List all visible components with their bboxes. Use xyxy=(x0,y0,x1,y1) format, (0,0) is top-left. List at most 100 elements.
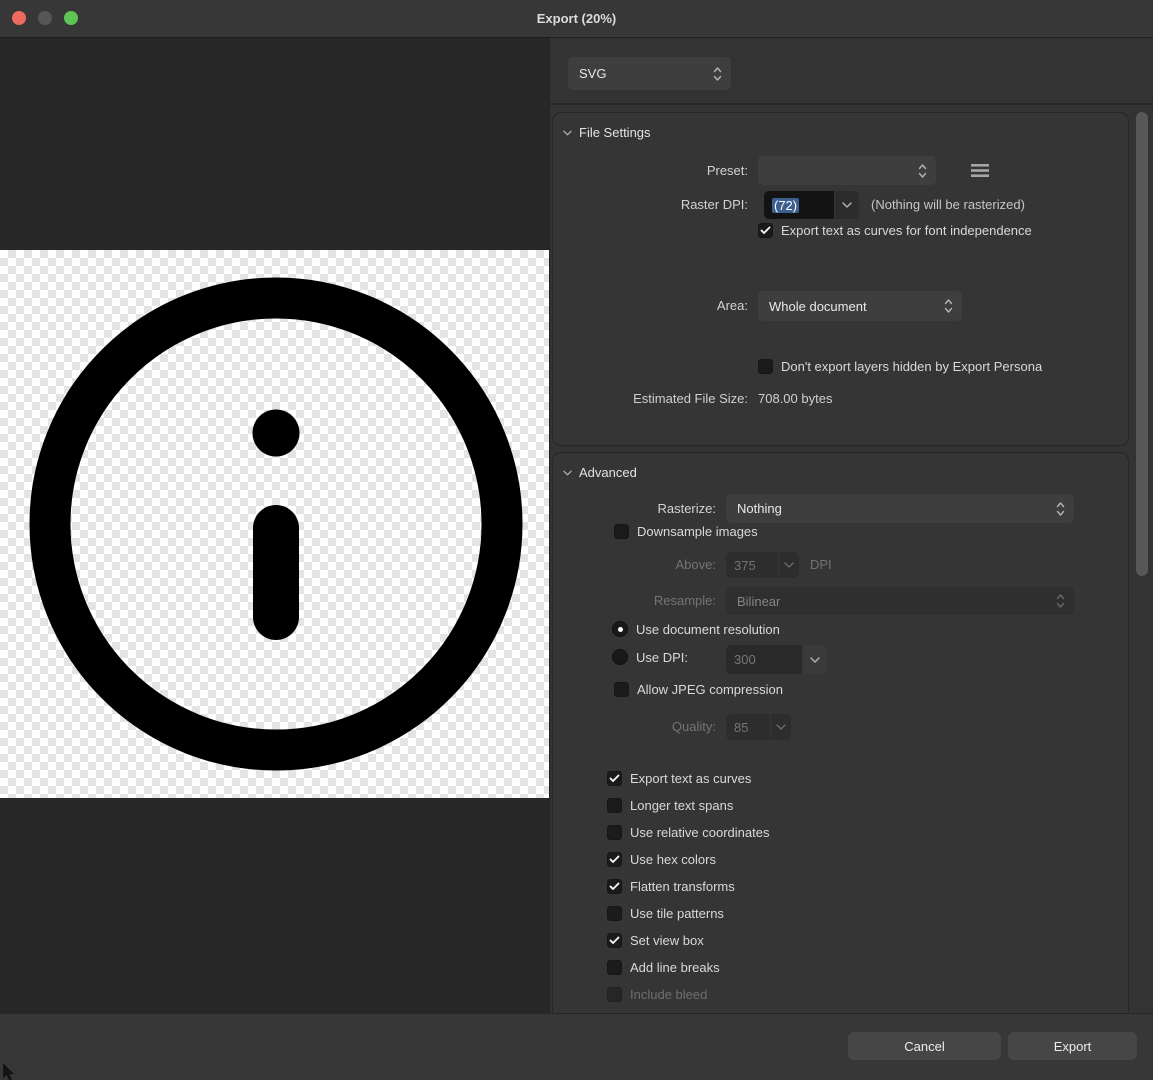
cancel-button[interactable]: Cancel xyxy=(848,1032,1001,1060)
checkbox-label: Use tile patterns xyxy=(630,906,724,921)
checkbox-label: Export text as curves for font independe… xyxy=(781,223,1032,238)
checkbox-box[interactable] xyxy=(607,906,622,921)
chevron-down-icon xyxy=(784,562,794,568)
checkmark-icon xyxy=(609,936,620,945)
chevron-down-icon xyxy=(563,470,572,476)
checkbox-box[interactable] xyxy=(607,879,622,894)
checkbox-downsample-images[interactable]: Downsample images xyxy=(614,524,758,539)
checkbox-box[interactable] xyxy=(607,798,622,813)
quality-dropdown-button xyxy=(771,714,791,740)
quality-combo: 85 xyxy=(726,714,791,740)
format-select[interactable]: SVG xyxy=(568,57,731,90)
chevron-down-icon xyxy=(563,130,572,136)
preset-select[interactable] xyxy=(758,156,936,185)
radio-label: Use document resolution xyxy=(636,622,780,637)
checkbox-box[interactable] xyxy=(614,682,629,697)
raster-dpi-combo[interactable]: (72) xyxy=(764,191,859,219)
quality-value: 85 xyxy=(734,720,748,735)
checkbox-dont-export-hidden-layers[interactable]: Don't export layers hidden by Export Per… xyxy=(758,359,1042,374)
checkbox-use-tile-patterns[interactable]: Use tile patterns xyxy=(607,906,724,921)
checkbox-add-line-breaks[interactable]: Add line breaks xyxy=(607,960,720,975)
chevron-down-icon xyxy=(810,657,820,663)
mouse-cursor xyxy=(3,1063,18,1080)
rasterize-label: Rasterize: xyxy=(553,501,716,516)
checkbox-use-relative-coordinates[interactable]: Use relative coordinates xyxy=(607,825,769,840)
checkbox-box[interactable] xyxy=(607,933,622,948)
above-dpi-combo: 375 xyxy=(726,552,799,578)
stepper-icon xyxy=(1056,593,1065,609)
checkbox-label: Add line breaks xyxy=(630,960,720,975)
rasterize-select[interactable]: Nothing xyxy=(726,494,1074,523)
checkbox-label: Set view box xyxy=(630,933,704,948)
resample-label: Resample: xyxy=(553,593,716,608)
checkbox-label: Export text as curves xyxy=(630,771,751,786)
radio-button[interactable] xyxy=(612,621,628,637)
radio-use-dpi[interactable]: Use DPI: xyxy=(612,649,688,665)
checkbox-export-text-as-curves[interactable]: Export text as curves xyxy=(607,771,751,786)
checkbox-longer-text-spans[interactable]: Longer text spans xyxy=(607,798,733,813)
checkbox-box xyxy=(607,987,622,1002)
radio-use-document-resolution[interactable]: Use document resolution xyxy=(612,621,780,637)
raster-dpi-input[interactable]: (72) xyxy=(764,191,834,219)
format-select-value: SVG xyxy=(579,66,606,81)
raster-dpi-label: Raster DPI: xyxy=(553,197,748,212)
checkmark-icon xyxy=(760,226,771,235)
above-dpi-suffix: DPI xyxy=(810,557,832,572)
advanced-title: Advanced xyxy=(579,465,637,480)
dialog-footer: Cancel Export xyxy=(0,1013,1153,1080)
preset-menu-button[interactable] xyxy=(967,159,993,181)
checkbox-box[interactable] xyxy=(758,223,773,238)
checkbox-label: Flatten transforms xyxy=(630,879,735,894)
checkbox-box[interactable] xyxy=(758,359,773,374)
estimated-file-size-value: 708.00 bytes xyxy=(758,391,832,406)
transparency-checkerboard xyxy=(0,250,549,798)
area-select-value: Whole document xyxy=(769,299,867,314)
checkbox-set-view-box[interactable]: Set view box xyxy=(607,933,704,948)
checkbox-label: Allow JPEG compression xyxy=(637,682,783,697)
checkbox-export-text-curves-font[interactable]: Export text as curves for font independe… xyxy=(758,223,1032,238)
checkbox-box[interactable] xyxy=(607,771,622,786)
checkbox-label: Don't export layers hidden by Export Per… xyxy=(781,359,1042,374)
rasterize-select-value: Nothing xyxy=(737,501,782,516)
checkbox-flatten-transforms[interactable]: Flatten transforms xyxy=(607,879,735,894)
raster-dpi-dropdown-button[interactable] xyxy=(835,191,859,219)
checkbox-include-bleed: Include bleed xyxy=(607,987,707,1002)
window-titlebar: Export (20%) xyxy=(0,0,1153,38)
resample-select: Bilinear xyxy=(726,587,1074,615)
export-button[interactable]: Export xyxy=(1008,1032,1137,1060)
above-dpi-dropdown-button xyxy=(779,552,799,578)
window-title: Export (20%) xyxy=(0,11,1153,26)
checkbox-label: Include bleed xyxy=(630,987,707,1002)
above-label: Above: xyxy=(553,557,716,572)
quality-label: Quality: xyxy=(553,719,716,734)
checkbox-box[interactable] xyxy=(614,524,629,539)
above-dpi-value: 375 xyxy=(734,558,756,573)
resample-select-value: Bilinear xyxy=(737,594,780,609)
checkbox-use-hex-colors[interactable]: Use hex colors xyxy=(607,852,716,867)
file-settings-header[interactable]: File Settings xyxy=(563,125,651,140)
advanced-group: Advanced Rasterize: Nothing Downsample i… xyxy=(552,452,1129,1013)
panel-separator xyxy=(549,103,1153,105)
checkbox-label: Downsample images xyxy=(637,524,758,539)
raster-dpi-value: (72) xyxy=(772,198,799,213)
checkbox-box[interactable] xyxy=(607,852,622,867)
use-dpi-input[interactable]: 300 xyxy=(726,645,802,674)
radio-button[interactable] xyxy=(612,649,628,665)
panel-scrollbar-thumb[interactable] xyxy=(1136,112,1148,576)
checkbox-label: Use relative coordinates xyxy=(630,825,769,840)
advanced-header[interactable]: Advanced xyxy=(563,465,637,480)
checkbox-box[interactable] xyxy=(607,960,622,975)
checkbox-box[interactable] xyxy=(607,825,622,840)
checkmark-icon xyxy=(609,855,620,864)
use-dpi-combo[interactable]: 300 xyxy=(726,645,827,674)
raster-dpi-note: (Nothing will be rasterized) xyxy=(871,197,1025,212)
quality-input: 85 xyxy=(726,714,770,740)
stepper-icon xyxy=(944,298,953,314)
info-circle-icon xyxy=(0,250,549,798)
area-select[interactable]: Whole document xyxy=(758,291,962,321)
use-dpi-dropdown-button[interactable] xyxy=(803,645,827,674)
checkbox-allow-jpeg-compression[interactable]: Allow JPEG compression xyxy=(614,682,783,697)
checkbox-label: Longer text spans xyxy=(630,798,733,813)
chevron-down-icon xyxy=(842,202,852,208)
use-dpi-value: 300 xyxy=(734,652,756,667)
